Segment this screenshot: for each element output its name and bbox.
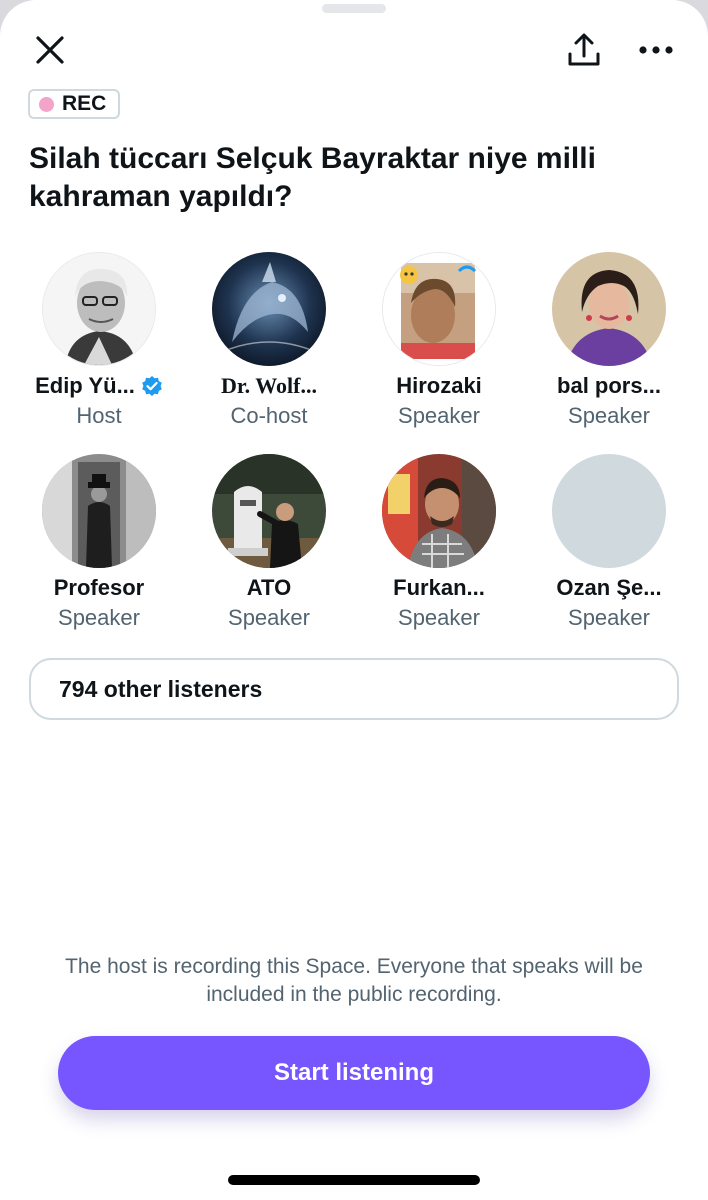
participant-role: Speaker — [58, 605, 140, 630]
participant-role: Speaker — [398, 605, 480, 630]
recording-notice: The host is recording this Space. Everyo… — [65, 955, 643, 1006]
home-indicator[interactable] — [228, 1175, 480, 1185]
participant-name: Dr. Wolf... — [221, 373, 317, 398]
sheet-grabber[interactable] — [322, 4, 386, 13]
participant-item[interactable]: Ozan Şe... Speaker — [524, 454, 694, 656]
participant-name: Ozan Şe... — [556, 575, 662, 600]
recording-dot-icon — [39, 96, 54, 112]
participant-role: Speaker — [568, 403, 650, 428]
avatar — [42, 454, 156, 568]
start-listening-button[interactable]: Start listening — [58, 1036, 650, 1110]
avatar — [382, 252, 496, 366]
participant-name: Hirozaki — [396, 373, 482, 398]
more-button[interactable] — [632, 26, 680, 74]
recording-badge: REC — [28, 89, 121, 119]
participant-item[interactable]: Furkan... Speaker — [354, 454, 524, 656]
avatar — [552, 252, 666, 366]
participant-item[interactable]: Edip Yü... Host — [14, 252, 184, 454]
participant-item[interactable]: Profesor Speaker — [14, 454, 184, 656]
more-horizontal-icon — [639, 46, 673, 54]
participant-item[interactable]: ATO Speaker — [184, 454, 354, 656]
avatar — [212, 252, 326, 366]
avatar — [42, 252, 156, 366]
close-icon — [36, 36, 64, 64]
participant-role: Speaker — [568, 605, 650, 630]
avatar — [212, 454, 326, 568]
space-sheet: REC Silah tüccarı Selçuk Bayraktar niye … — [0, 0, 708, 1200]
avatar — [382, 454, 496, 568]
close-button[interactable] — [26, 26, 74, 74]
participant-item[interactable]: Dr. Wolf... Co-host — [184, 252, 354, 454]
participant-name: bal pors... — [557, 373, 661, 398]
participant-name: Edip Yü... — [35, 373, 135, 398]
listeners-button[interactable]: 794 other listeners — [29, 658, 679, 720]
participant-name: Profesor — [53, 575, 145, 600]
listeners-count: 794 other listeners — [59, 675, 263, 702]
participant-name: ATO — [246, 575, 292, 600]
avatar-placeholder — [552, 454, 666, 568]
participant-name: Furkan... — [393, 575, 485, 600]
participant-item[interactable]: bal pors... Speaker — [524, 252, 694, 454]
participant-role: Speaker — [398, 403, 480, 428]
participants-grid: Edip Yü... Host Dr. Wolf... Co-host Hiro… — [14, 252, 694, 656]
recording-label: REC — [62, 92, 107, 115]
verified-badge-icon — [142, 376, 162, 396]
participant-role: Speaker — [228, 605, 310, 630]
share-button[interactable] — [560, 26, 608, 74]
share-icon — [568, 33, 600, 66]
space-title: Silah tüccarı Selçuk Bayraktar niye mill… — [29, 142, 596, 213]
start-listening-label: Start listening — [273, 1059, 435, 1086]
participant-role: Host — [76, 403, 122, 428]
participant-item[interactable]: Hirozaki Speaker — [354, 252, 524, 454]
participant-role: Co-host — [230, 403, 308, 428]
